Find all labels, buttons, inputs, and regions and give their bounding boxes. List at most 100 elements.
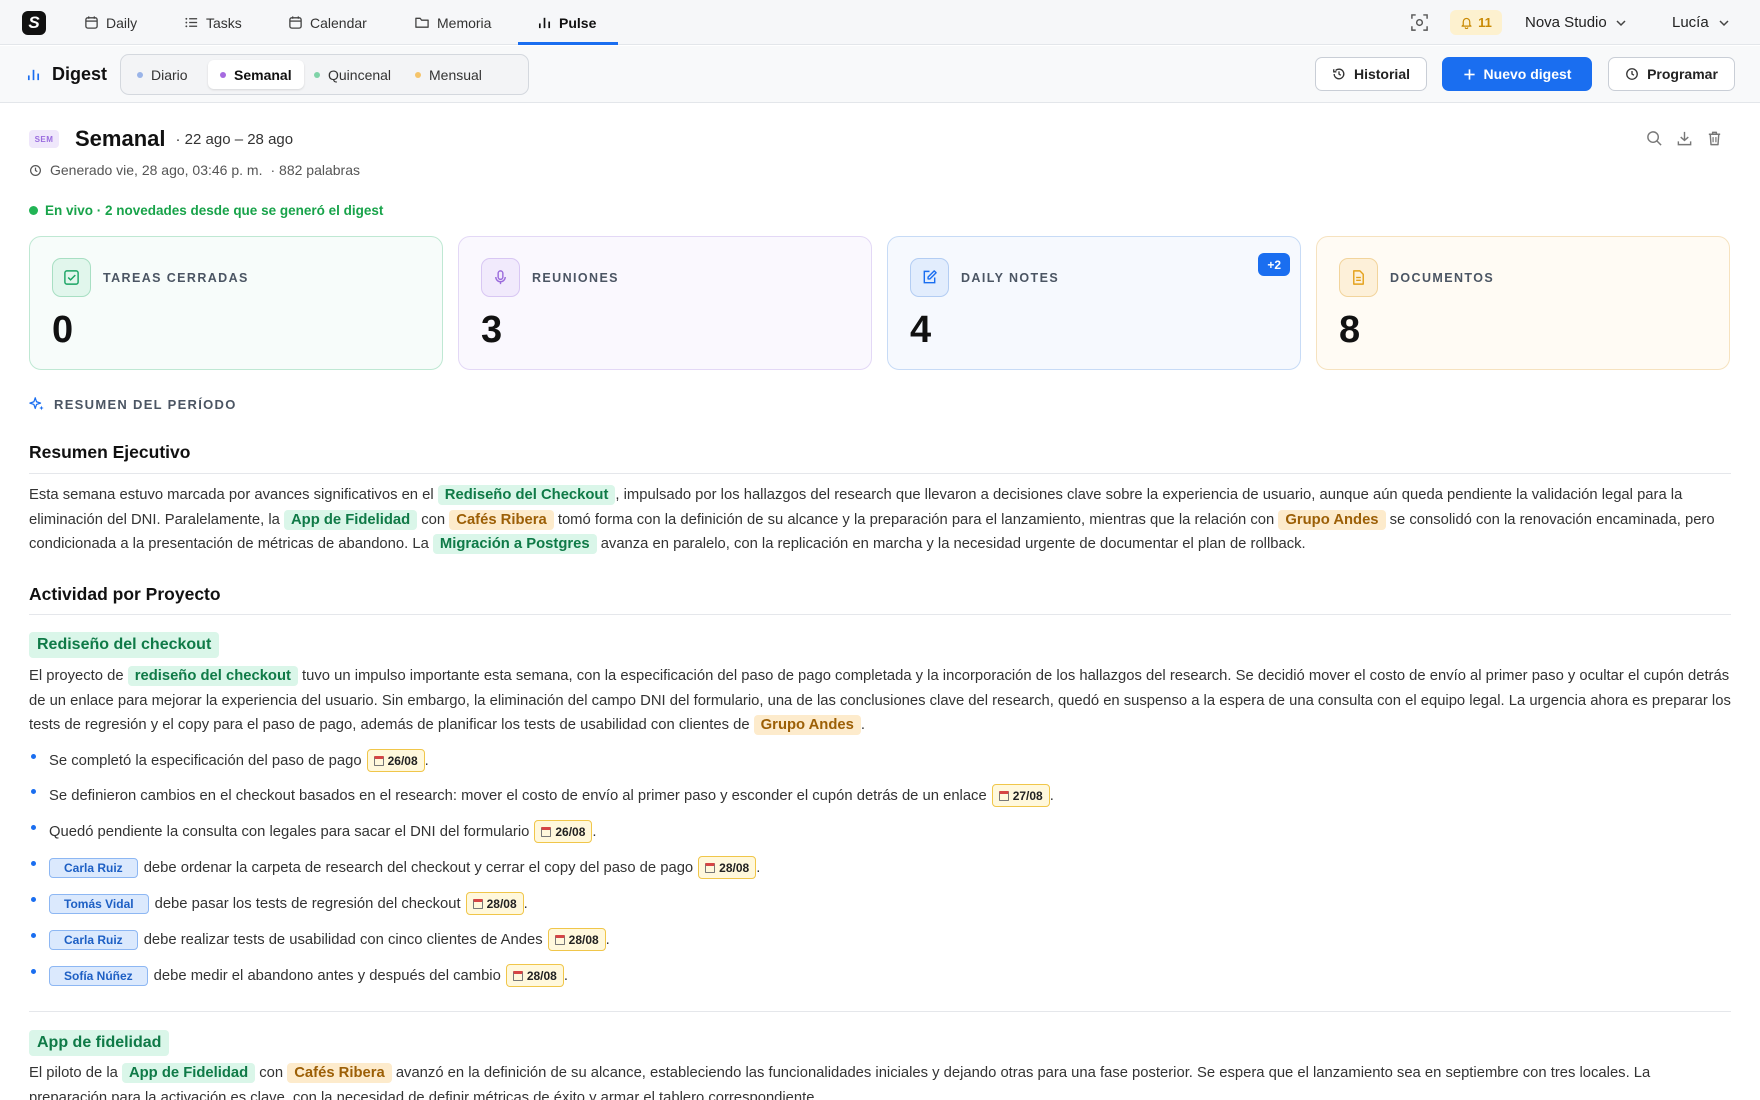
date-value: 26/08 (387, 753, 418, 768)
date-chip[interactable]: 26/08 (534, 820, 593, 843)
project-title[interactable]: App de fidelidad (29, 1030, 170, 1056)
word-count: · 882 palabras (270, 162, 360, 178)
tab-memoria[interactable]: Memoria (414, 0, 491, 45)
sparkles-icon (29, 397, 44, 411)
workspace-switcher[interactable]: Nova Studio (1525, 0, 1627, 45)
exec-summary-heading: Resumen Ejecutivo (29, 442, 191, 462)
project-title[interactable]: Rediseño del checkout (29, 632, 220, 658)
edit-note-icon (923, 270, 937, 284)
card-icon-box (910, 258, 949, 297)
history-button[interactable]: Historial (1315, 57, 1427, 91)
tab-tasks[interactable]: Tasks (184, 0, 242, 45)
app-logo[interactable]: S (22, 11, 46, 35)
period-quincenal[interactable]: Quincenal (302, 60, 403, 89)
list-item: Tomás Vidal debe pasar los tests de regre… (31, 892, 528, 915)
date-chip[interactable]: 26/08 (366, 749, 425, 772)
stat-value: 3 (481, 309, 503, 351)
list-item: Se completó la especificación del paso d… (31, 749, 429, 772)
history-icon (1333, 68, 1345, 80)
period-semanal[interactable]: Semanal (208, 60, 304, 89)
digest-range: · 22 ago – 28 ago (175, 130, 294, 148)
project-tag[interactable]: Rediseño del Checkout (437, 485, 616, 505)
tab-pulse[interactable]: Pulse (537, 0, 596, 45)
notifications-count: 11 (1478, 15, 1492, 30)
period-diario[interactable]: Diario (125, 60, 200, 89)
date-chip[interactable]: 27/08 (991, 784, 1050, 807)
new-digest-label: Nuevo digest (1483, 66, 1572, 82)
tab-label: Daily (106, 14, 138, 31)
list-item: Se definieron cambios en el checkout bas… (31, 784, 1054, 807)
date-value: 26/08 (555, 824, 586, 839)
period-dot (415, 71, 421, 78)
download-icon[interactable] (1676, 130, 1693, 147)
date-value: 27/08 (1012, 788, 1043, 803)
calendar-icon (289, 16, 302, 29)
schedule-button[interactable]: Programar (1608, 57, 1735, 91)
bullet-dot (31, 897, 36, 902)
card-icon-box (1339, 258, 1378, 297)
project-tag[interactable]: App de Fidelidad (121, 1063, 256, 1083)
search-icon[interactable] (1646, 130, 1663, 147)
client-tag[interactable]: Cafés Ribera (287, 1063, 392, 1083)
bullet-dot (31, 861, 36, 866)
date-chip[interactable]: 28/08 (465, 892, 524, 915)
trash-icon[interactable] (1706, 130, 1723, 147)
page-title: Digest (26, 46, 107, 103)
digest-title: Semanal (75, 126, 166, 151)
calendar-icon (554, 934, 565, 945)
clock-icon (1626, 68, 1638, 80)
date-value: 28/08 (486, 896, 517, 911)
digest-actions (1646, 130, 1723, 147)
period-label: Quincenal (328, 66, 392, 83)
period-label: Semanal (234, 66, 292, 83)
person-chip[interactable]: Sofía Núñez (49, 965, 148, 986)
notifications-button[interactable]: 11 (1450, 10, 1502, 35)
new-items-badge: +2 (1258, 253, 1290, 276)
project-intro: El piloto de la App de Fidelidad con Caf… (29, 1061, 1731, 1100)
project-tag[interactable]: App de Fidelidad (283, 509, 418, 530)
item-text: Se definieron cambios en el checkout bas… (49, 787, 987, 804)
text-run: tomó forma con la definición de su alcan… (553, 511, 1279, 528)
person-chip[interactable]: Carla Ruiz (49, 857, 138, 878)
schedule-label: Programar (1647, 66, 1718, 82)
period-dot (314, 71, 320, 78)
project-tag[interactable]: Migración a Postgres (432, 534, 597, 554)
tab-daily[interactable]: Daily (84, 0, 137, 45)
scan-icon[interactable] (1410, 13, 1429, 32)
summary-section-label: RESUMEN DEL PERÍODO (29, 396, 237, 412)
digest-header: SEM Semanal · 22 ago – 28 ago (29, 126, 293, 152)
user-menu[interactable]: Lucía (1672, 0, 1730, 45)
bullet-dot (31, 969, 36, 974)
period-badge: SEM (29, 130, 59, 148)
person-chip[interactable]: Tomás Vidal (49, 893, 149, 914)
list-item: Carla Ruiz debe realizar tests de usabili… (31, 928, 610, 951)
live-status: En vivo · 2 novedades desde que se gener… (29, 203, 383, 218)
live-text: En vivo · 2 novedades desde que se gener… (45, 203, 384, 218)
person-chip[interactable]: Carla Ruiz (49, 929, 138, 950)
bullet-dot (31, 789, 36, 794)
client-tag[interactable]: Cafés Ribera (449, 509, 554, 530)
new-digest-button[interactable]: Nuevo digest (1442, 57, 1592, 91)
project-tag[interactable]: rediseño del checkout (127, 666, 298, 686)
calendar-day-icon (85, 16, 98, 29)
list-item: Quedó pendiente la consulta con legales … (31, 820, 597, 843)
client-tag[interactable]: Grupo Andes (753, 715, 861, 735)
date-value: 28/08 (568, 932, 599, 947)
date-chip[interactable]: 28/08 (547, 928, 606, 951)
stat-card-reuniones: REUNIONES 3 (458, 236, 872, 370)
period-selector: Diario Semanal Quincenal Mensual (120, 54, 529, 95)
tab-label: Calendar (310, 14, 367, 31)
client-tag[interactable]: Grupo Andes (1278, 509, 1386, 530)
text-run: El piloto de la (29, 1065, 122, 1081)
live-dot (29, 206, 38, 215)
date-chip[interactable]: 28/08 (698, 856, 757, 879)
tab-calendar[interactable]: Calendar (288, 0, 367, 45)
period-mensual[interactable]: Mensual (403, 60, 494, 89)
date-chip[interactable]: 28/08 (505, 964, 564, 987)
plus-icon (1463, 68, 1475, 80)
calendar-icon (472, 898, 483, 909)
document-icon (1353, 270, 1364, 285)
tab-label: Tasks (206, 14, 242, 31)
list-item: Carla Ruiz debe ordenar la carpeta de res… (31, 856, 760, 879)
text-run: avanza en paralelo, con la replicación e… (596, 536, 1306, 552)
